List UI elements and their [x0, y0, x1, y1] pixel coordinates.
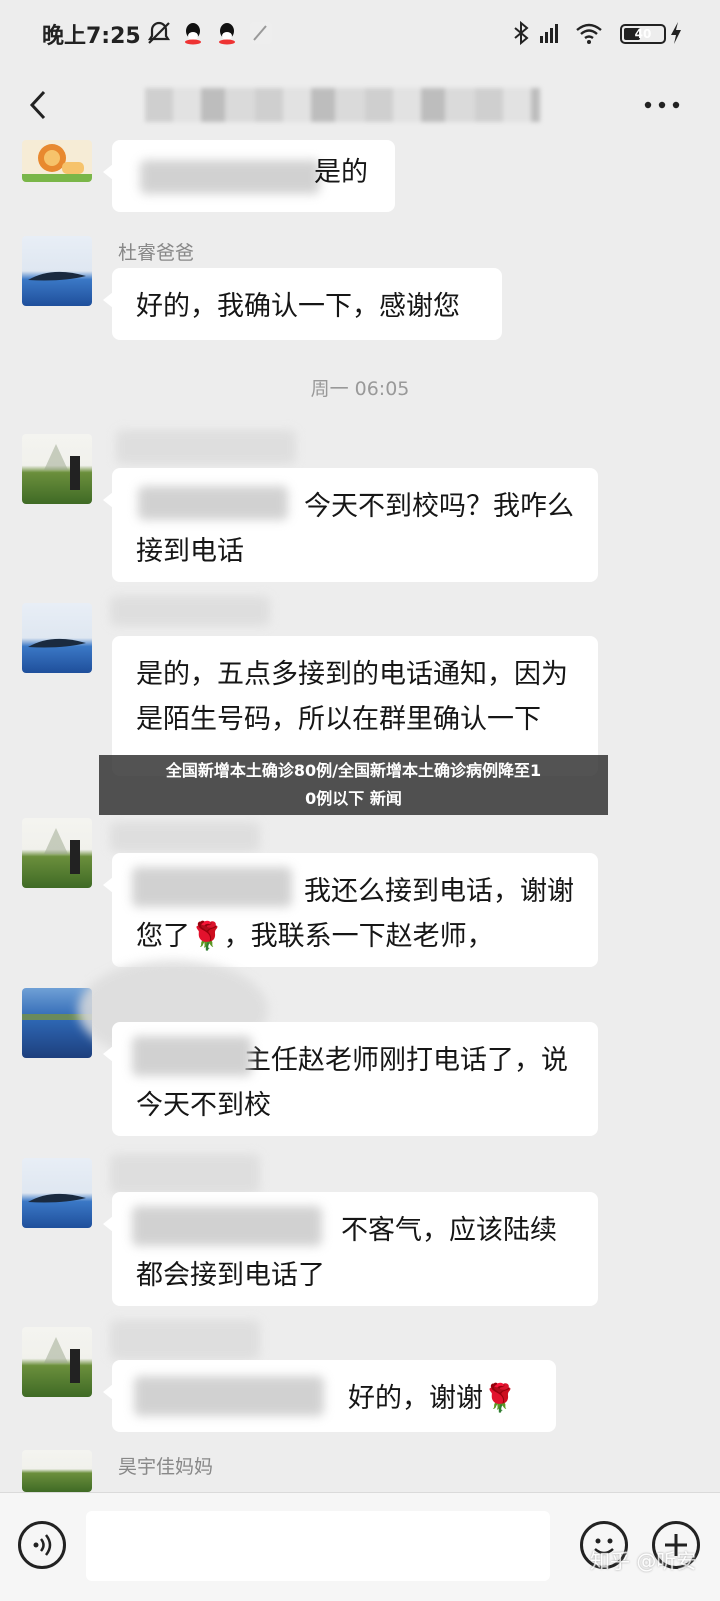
news-banner: 全国新增本土确诊80例/全国新增本土确诊病例降至1 0例以下 新闻: [99, 755, 608, 815]
battery-level: 40: [634, 27, 652, 41]
message-bubble[interactable]: 不客气，应该陆续都会接到电话了: [103, 1192, 598, 1306]
avatar[interactable]: [22, 140, 92, 182]
voice-icon: [33, 1534, 52, 1556]
mute-icon: [147, 21, 171, 44]
avatar[interactable]: [22, 818, 92, 888]
status-bar: 晚上7:25 40: [0, 0, 720, 70]
avatar[interactable]: [22, 236, 92, 306]
sender-name: 杜睿爸爸: [118, 242, 195, 264]
person-icon: [44, 444, 80, 490]
qq-icon: [219, 23, 235, 45]
banner-line-2: 0例以下 新闻: [305, 789, 402, 808]
person-icon: [44, 1337, 80, 1383]
avatar[interactable]: [22, 603, 92, 673]
watermark: 知乎 @听安: [590, 1549, 697, 1573]
message-bubble[interactable]: 是的: [103, 140, 395, 212]
back-icon[interactable]: [18, 80, 62, 130]
whale-icon: [28, 638, 86, 648]
message-text: 好的，谢谢🌹: [348, 1383, 517, 1414]
clock: 晚上7:25: [42, 24, 141, 49]
whale-icon: [28, 1193, 86, 1203]
feather-icon: [250, 22, 272, 44]
banner-line-1: 全国新增本土确诊80例/全国新增本土确诊病例降至1: [165, 761, 542, 780]
message-bubble[interactable]: 好的，我确认一下，感谢您: [103, 268, 502, 340]
message-text: 好的，我确认一下，感谢您: [136, 291, 460, 322]
chat-header: [0, 70, 720, 140]
whale-icon: [28, 271, 86, 281]
person-icon: [44, 828, 80, 874]
qq-icon: [185, 23, 201, 45]
message-bubble[interactable]: 主任赵老师刚打电话了，说今天不到校: [103, 1022, 598, 1136]
voice-button[interactable]: [18, 1521, 66, 1569]
avatar[interactable]: [22, 1327, 92, 1397]
bluetooth-icon: [514, 20, 529, 46]
message-bubble[interactable]: 我还么接到电话，谢谢您了🌹，我联系一下赵老师，: [103, 853, 598, 967]
message-bubble[interactable]: 今天不到校吗？我咋么接到电话: [103, 468, 598, 582]
sender-name: 昊宇佳妈妈: [118, 1456, 214, 1478]
chat-title: [145, 88, 540, 122]
wifi-icon: [576, 23, 602, 44]
avatar[interactable]: [22, 1450, 92, 1492]
avatar[interactable]: [22, 1158, 92, 1228]
message-bubble[interactable]: 好的，谢谢🌹: [103, 1360, 556, 1432]
message-text: 是的，五点多接到的电话通知，因为是陌生号码，所以在群里确认一下: [136, 659, 568, 735]
battery-icon: 40: [620, 24, 666, 44]
time-divider: 周一 06:05: [310, 378, 410, 400]
more-icon[interactable]: [640, 90, 684, 120]
avatar[interactable]: [22, 434, 92, 504]
signal-icon: [540, 24, 558, 43]
message-text: 是的: [314, 157, 368, 188]
charging-icon: [671, 22, 681, 44]
message-input[interactable]: [86, 1511, 550, 1581]
lion-icon: [22, 144, 92, 182]
